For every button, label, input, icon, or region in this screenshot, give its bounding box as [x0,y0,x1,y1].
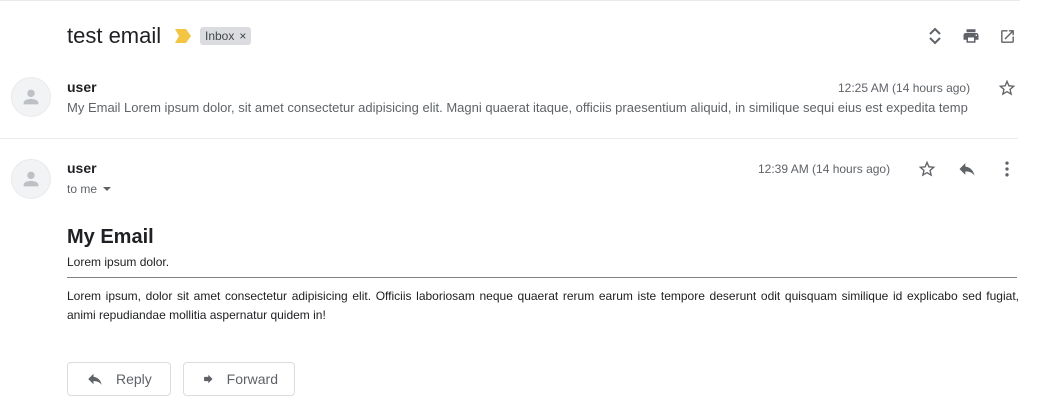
chevron-down-icon [103,187,112,191]
expand-all-icon[interactable] [925,26,945,46]
print-icon[interactable] [961,26,981,46]
message-time: 12:25 AM (14 hours ago) [838,81,971,95]
top-divider [0,0,1020,1]
forward-button[interactable]: Forward [183,362,295,396]
sender-avatar [11,159,51,199]
person-icon [23,171,39,187]
message-snippet[interactable]: My Email Lorem ipsum dolor, sit amet con… [67,100,1007,115]
reply-icon[interactable] [956,158,978,180]
person-icon [23,89,39,105]
reply-icon [88,373,102,385]
reply-button[interactable]: Reply [67,362,171,396]
remove-label-icon[interactable]: × [239,29,246,43]
inbox-label-chip: Inbox × [200,27,252,45]
reply-button-label: Reply [116,371,152,387]
message-sender[interactable]: user [67,160,97,176]
star-icon[interactable] [996,77,1018,99]
sender-avatar [11,77,51,117]
importance-marker-icon[interactable] [175,29,191,43]
email-body-rule [67,277,1017,278]
email-body-paragraph: Lorem ipsum, dolor sit amet consectetur … [67,289,1019,322]
email-body-heading: My Email [67,226,154,248]
forward-icon [204,374,213,384]
message-sender[interactable]: user [67,79,97,95]
email-body-subheading: Lorem ipsum dolor. [67,255,170,269]
email-subject: test email [67,23,162,48]
open-in-new-window-icon[interactable] [997,26,1017,46]
message-divider [0,138,1018,139]
label-text: Inbox [205,29,235,43]
recipient-label: to me [67,182,98,196]
more-vert-icon[interactable] [996,158,1018,180]
forward-button-label: Forward [226,371,278,387]
message-time: 12:39 AM (14 hours ago) [758,162,891,176]
recipient-details-toggle[interactable]: to me [67,182,112,196]
star-icon[interactable] [916,158,938,180]
